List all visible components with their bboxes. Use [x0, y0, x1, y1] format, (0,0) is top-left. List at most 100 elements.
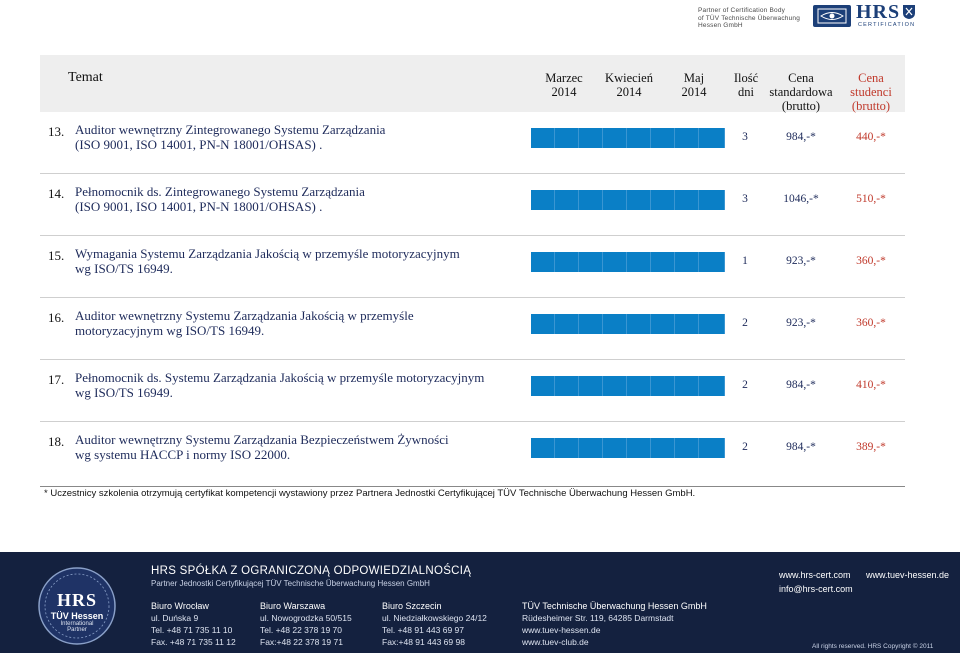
- row-standard-price: 984,-*: [786, 131, 816, 143]
- schedule-bar-cell: [555, 376, 579, 396]
- hrs-email-link[interactable]: info@hrs-cert.com: [779, 584, 853, 594]
- hrs-logo-sub: CERTIFICATION: [858, 22, 916, 28]
- schedule-bar-cell: [627, 438, 651, 458]
- row-student-price: 389,-*: [856, 441, 886, 453]
- schedule-bar-cell: [699, 376, 725, 396]
- schedule-bar-cell: [699, 128, 725, 148]
- tuev-website-link[interactable]: www.tuev-hessen.de: [866, 570, 949, 580]
- schedule-bar-cell: [603, 128, 627, 148]
- schedule-bar-cell: [675, 128, 699, 148]
- row-number: 16.: [48, 310, 65, 325]
- schedule-bars: [531, 314, 725, 334]
- office-wroclaw: Biuro Wrocław ul. Duńska 9 Tel. +48 71 7…: [151, 601, 236, 647]
- office-warszawa: Biuro Warszawa ul. Nowogrodzka 50/515 Te…: [260, 601, 352, 647]
- partner-line-1: Partner of Certification Body: [698, 7, 786, 14]
- tuv-club-link[interactable]: www.tuev-club.de: [522, 636, 707, 648]
- schedule-bar-cell: [699, 252, 725, 272]
- row-title-line-2: wg systemu HACCP i normy ISO 22000.: [75, 447, 291, 462]
- row-days: 1: [742, 255, 748, 267]
- schedule-bar-cell: [699, 438, 725, 458]
- office-tuv-hessen: TÜV Technische Überwachung Hessen GmbH R…: [522, 601, 707, 648]
- seal-tuv: TÜV Hessen: [50, 611, 104, 621]
- row-title-line-2: wg ISO/TS 16949.: [75, 385, 173, 400]
- schedule-bar-cell: [555, 128, 579, 148]
- row-title-line-2: motoryzacyjnym wg ISO/TS 16949.: [75, 323, 265, 338]
- schedule-bar-cell: [603, 190, 627, 210]
- seal-text: HRS TÜV Hessen International Partner: [37, 590, 117, 633]
- partner-line-3: Hessen GmbH: [698, 22, 743, 29]
- row-student-price: 510,-*: [856, 193, 886, 205]
- schedule-bar-cell: [675, 438, 699, 458]
- row-standard-price: 923,-*: [786, 317, 816, 329]
- row-title-line-1: Auditor wewnętrzny Systemu Zarządzania B…: [75, 432, 449, 447]
- row-title-line-2: wg ISO/TS 16949.: [75, 261, 173, 276]
- schedule-bars: [531, 128, 725, 148]
- page-footer: HRS TÜV Hessen International Partner HRS…: [0, 552, 960, 653]
- schedule-bar-cell: [531, 438, 555, 458]
- row-days: 2: [742, 379, 748, 391]
- schedule-bar-cell: [603, 252, 627, 272]
- schedule-bar-cell: [699, 190, 725, 210]
- copyright: All rights reserved. HRS Copyright © 201…: [812, 643, 934, 650]
- schedule-bar-cell: [651, 438, 675, 458]
- row-standard-price: 984,-*: [786, 441, 816, 453]
- header-month-april: Kwiecień 2014: [605, 71, 653, 99]
- schedule-bar-cell: [651, 376, 675, 396]
- hrs-website-link[interactable]: www.hrs-cert.com: [779, 570, 851, 580]
- header-month-may: Maj 2014: [681, 71, 707, 99]
- schedule-bar-cell: [675, 190, 699, 210]
- row-divider: [40, 359, 905, 360]
- tuv-hessen-link[interactable]: www.tuev-hessen.de: [522, 624, 707, 636]
- schedule-bar-cell: [675, 314, 699, 334]
- footnote: * Uczestnicy szkolenia otrzymują certyfi…: [44, 488, 696, 499]
- schedule-bar-cell: [675, 252, 699, 272]
- header-student-price: Cena studenci (brutto): [850, 71, 892, 113]
- header-month-march: Marzec 2014: [545, 71, 583, 99]
- schedule-bar-cell: [531, 128, 555, 148]
- row-title-line-2: (ISO 9001, ISO 14001, PN-N 18001/OHSAS) …: [75, 137, 323, 152]
- schedule-bar-cell: [603, 376, 627, 396]
- schedule-bar-cell: [675, 376, 699, 396]
- row-title-line-1: Auditor wewnętrzny Zintegrowanego System…: [75, 122, 386, 137]
- schedule-bar-cell: [579, 128, 603, 148]
- row-student-price: 440,-*: [856, 131, 886, 143]
- schedule-bar-cell: [579, 252, 603, 272]
- row-standard-price: 923,-*: [786, 255, 816, 267]
- partner-text: Partner of Certification Body of TÜV Tec…: [698, 7, 813, 30]
- schedule-bar-cell: [627, 376, 651, 396]
- schedule-bar-cell: [699, 314, 725, 334]
- row-title-line-1: Auditor wewnętrzny Systemu Zarządzania J…: [75, 308, 414, 323]
- schedule-bar-cell: [579, 438, 603, 458]
- schedule-bar-cell: [627, 190, 651, 210]
- header-temat: Temat: [68, 70, 103, 85]
- schedule-bar-cell: [627, 128, 651, 148]
- row-student-price: 360,-*: [856, 255, 886, 267]
- schedule-bar-cell: [603, 314, 627, 334]
- schedule-bar-cell: [627, 314, 651, 334]
- schedule-bar-cell: [579, 376, 603, 396]
- schedule-bars: [531, 438, 725, 458]
- schedule-bar-cell: [603, 438, 627, 458]
- schedule-bar-cell: [627, 252, 651, 272]
- tuv-logo-icon: [817, 8, 847, 24]
- schedule-bar-cell: [555, 438, 579, 458]
- row-days: 3: [742, 131, 748, 143]
- row-number: 14.: [48, 186, 65, 201]
- schedule-bars: [531, 252, 725, 272]
- schedule-bar-cell: [555, 190, 579, 210]
- row-days: 2: [742, 441, 748, 453]
- shield-icon: [903, 5, 915, 19]
- row-days: 2: [742, 317, 748, 329]
- row-number: 15.: [48, 248, 65, 263]
- row-student-price: 360,-*: [856, 317, 886, 329]
- schedule-bar-cell: [651, 190, 675, 210]
- header-standard-price: Cena standardowa (brutto): [769, 71, 833, 113]
- row-standard-price: 1046,-*: [783, 193, 819, 205]
- schedule-bar-cell: [555, 314, 579, 334]
- footnote-divider: [40, 486, 905, 487]
- schedule-bar-cell: [531, 314, 555, 334]
- row-divider: [40, 235, 905, 236]
- row-divider: [40, 173, 905, 174]
- office-szczecin: Biuro Szczecin ul. Niedziałkowskiego 24/…: [382, 601, 487, 647]
- schedule-bar-cell: [531, 376, 555, 396]
